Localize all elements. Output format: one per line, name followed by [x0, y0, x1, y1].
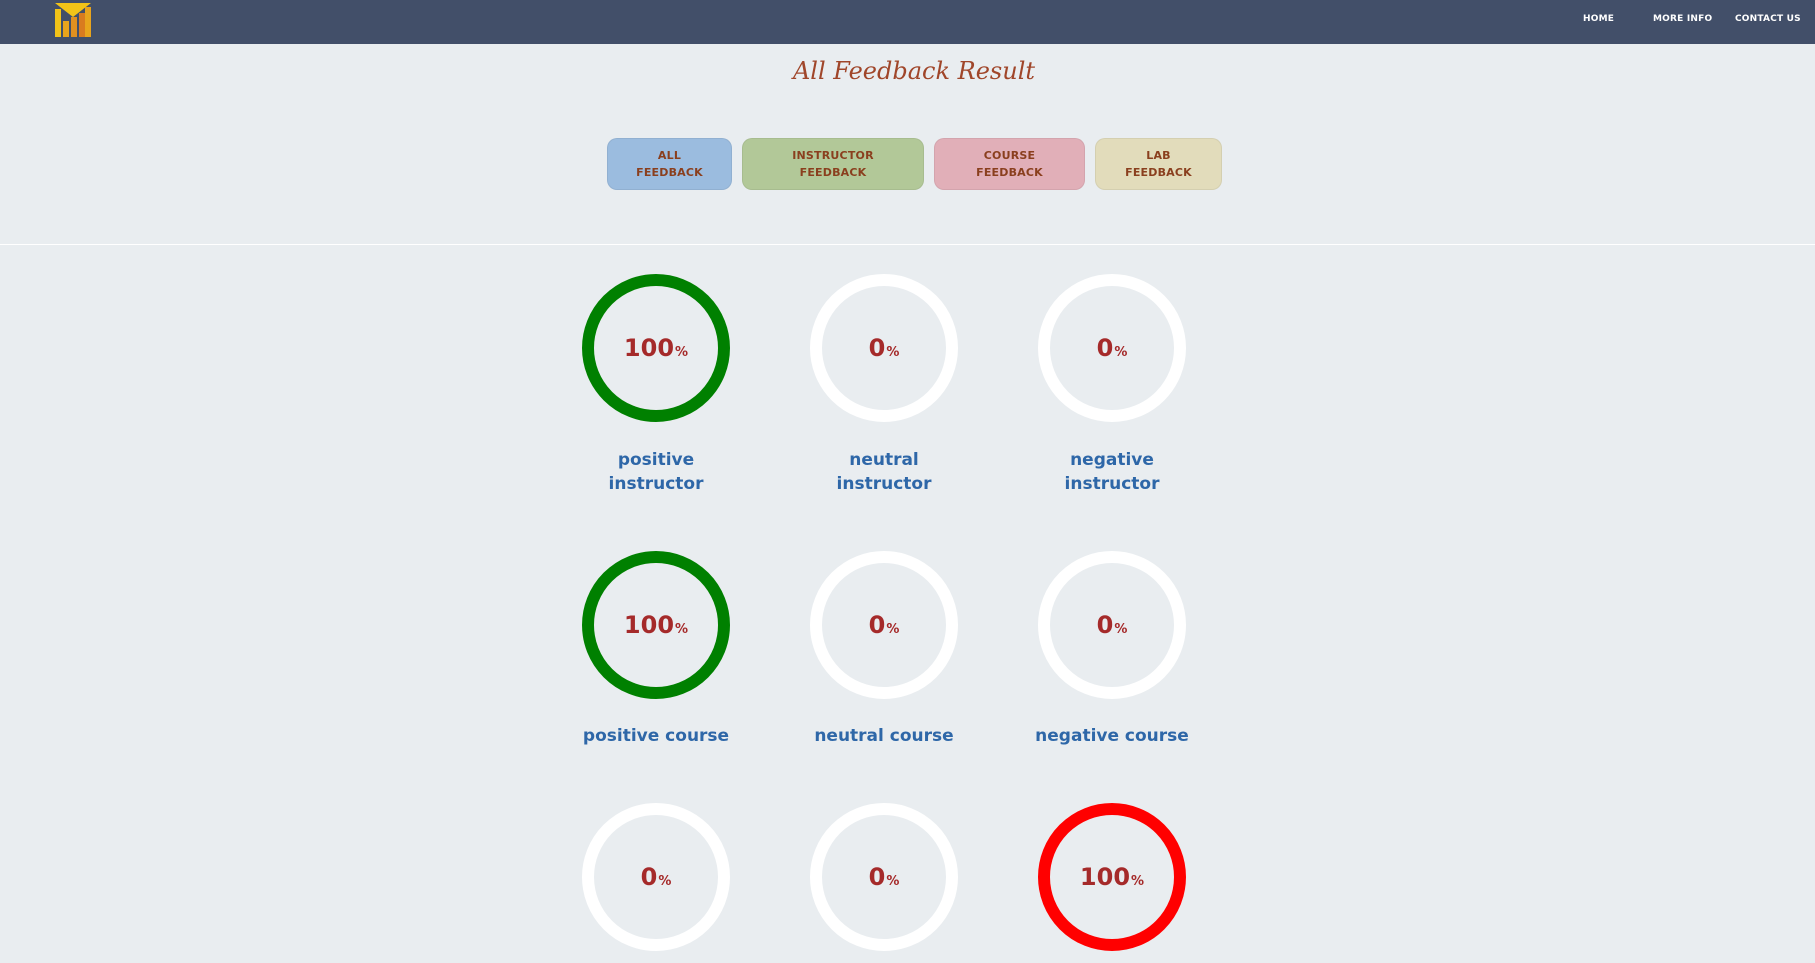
gauge-value: 0%: [1096, 334, 1128, 362]
gauge-label-neutral-course: neutral course: [814, 726, 954, 746]
top-navbar: HOME MORE INFO CONTACT US: [0, 0, 1815, 44]
button-label-line2: FEEDBACK: [976, 166, 1043, 179]
button-label-line1: INSTRUCTOR: [792, 149, 874, 162]
gauge-value: 0%: [868, 611, 900, 639]
gauge-label-negative-instructor: negative instructor: [1064, 450, 1160, 494]
instructor-feedback-button[interactable]: INSTRUCTOR FEEDBACK: [742, 138, 924, 190]
button-label-line1: LAB: [1146, 149, 1171, 162]
gauge-value: 0%: [868, 863, 900, 891]
nav-contact-us-link[interactable]: CONTACT US: [1735, 14, 1801, 24]
gauge-value: 100%: [623, 334, 689, 362]
button-label-line2: FEEDBACK: [636, 166, 703, 179]
gauge-negative-course: 0%: [1037, 550, 1187, 700]
gauge-neutral-instructor: 0%: [809, 273, 959, 423]
button-label-line2: FEEDBACK: [799, 166, 867, 179]
lab-feedback-button[interactable]: LAB FEEDBACK: [1095, 138, 1222, 190]
course-feedback-button[interactable]: COURSE FEEDBACK: [934, 138, 1085, 190]
gauge-value: 0%: [640, 863, 672, 891]
gauge-value: 100%: [623, 611, 689, 639]
page-title: All Feedback Result: [792, 57, 1036, 85]
gauge-value: 100%: [1079, 863, 1145, 891]
nav-more-info-link[interactable]: MORE INFO: [1653, 14, 1712, 24]
all-feedback-button[interactable]: ALL FEEDBACK: [607, 138, 732, 190]
button-label-line2: FEEDBACK: [1125, 166, 1192, 179]
gauge-positive-lab: 0%: [581, 802, 731, 952]
gauge-positive-instructor: 100%: [581, 273, 731, 423]
gauge-neutral-course: 0%: [809, 550, 959, 700]
nav-home-link[interactable]: HOME: [1583, 14, 1614, 24]
bar-chart-logo-icon[interactable]: [52, 3, 94, 37]
gauge-label-positive-course: positive course: [582, 726, 730, 746]
gauge-value: 0%: [1096, 611, 1128, 639]
gauge-label-negative-course: negative course: [1035, 726, 1189, 746]
gauge-label-neutral-instructor: neutral instructor: [836, 450, 932, 494]
gauge-value: 0%: [868, 334, 900, 362]
gauge-label-positive-instructor: positive instructor: [608, 450, 704, 494]
button-label-line1: COURSE: [983, 149, 1036, 162]
gauge-positive-course: 100%: [581, 550, 731, 700]
gauge-neutral-lab: 0%: [809, 802, 959, 952]
button-label-line1: ALL: [657, 149, 682, 162]
section-divider: [0, 244, 1815, 245]
gauge-negative-instructor: 0%: [1037, 273, 1187, 423]
gauge-negative-lab: 100%: [1037, 802, 1187, 952]
